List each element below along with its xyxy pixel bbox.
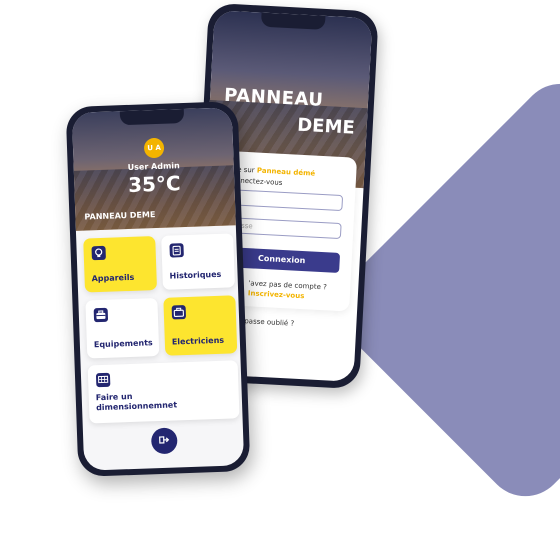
tile-appareils[interactable]: Appareils: [83, 236, 158, 293]
welcome-text: nue sur Panneau démé connectez-vous: [227, 164, 316, 191]
dashboard-phone: U A User Admin 35°C PANNEAU DEME Apparei…: [65, 101, 251, 477]
tile-label: Appareils: [91, 272, 135, 284]
tile-label: Faire un dimensionnemnet: [95, 391, 178, 413]
email-field[interactable]: [226, 189, 344, 212]
toolbox-icon: [93, 307, 109, 323]
signup-link[interactable]: Inscrivez-vous: [248, 289, 305, 300]
tile-equipements[interactable]: Equipements: [85, 298, 160, 359]
tile-electriciens[interactable]: Electriciens: [163, 295, 238, 356]
tile-label: Electriciens: [171, 335, 225, 347]
logout-button[interactable]: [150, 427, 178, 455]
solar-panel-icon: [95, 372, 111, 388]
password-field[interactable]: passe: [224, 216, 342, 240]
clipboard-icon: [169, 243, 184, 258]
tile-label: Historiques: [169, 269, 222, 281]
toolbox-icon: [171, 305, 187, 320]
tile-historiques[interactable]: Historiques: [161, 233, 235, 290]
tile-label: Equipements: [93, 338, 153, 350]
lightbulb-icon: [91, 245, 106, 261]
tile-dimensionnement[interactable]: Faire un dimensionnemnet: [87, 360, 240, 424]
login-title-line2: DEME: [296, 114, 356, 139]
welcome-brand: Panneau démé: [256, 166, 316, 178]
phone-notch: [119, 108, 185, 126]
dashboard-screen: U A User Admin 35°C PANNEAU DEME Apparei…: [71, 107, 245, 471]
no-account-text: 'avez pas de compte ? Inscrivez-vous: [248, 278, 327, 302]
logout-icon: [158, 434, 170, 447]
